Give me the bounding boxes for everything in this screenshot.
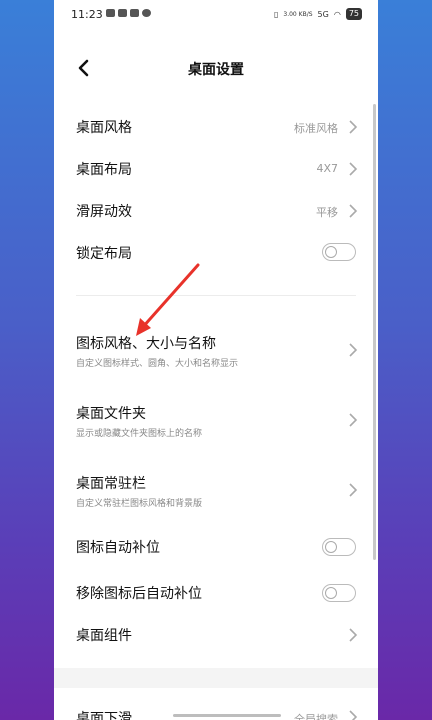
icon-style-subtitle: 自定义图标样式、圆角、大小和名称显示 <box>76 359 239 369</box>
auto-fill-after-remove-label: 移除图标后自动补位 <box>76 586 202 602</box>
desktop-layout-value: 4X7 <box>316 162 338 175</box>
lock-layout-label: 锁定布局 <box>76 246 132 262</box>
page-title: 桌面设置 <box>188 62 244 78</box>
desktop-layout-row[interactable]: 桌面布局 4X7 <box>54 150 378 188</box>
message-icon <box>142 9 151 17</box>
toggle-knob <box>325 540 337 553</box>
scroll-effect-label: 滑屏动效 <box>76 204 132 220</box>
chevron-right-icon <box>349 628 358 642</box>
wifi-icon: ◠ <box>333 9 341 19</box>
chevron-right-icon <box>349 413 358 427</box>
auto-fill-toggle[interactable] <box>322 538 356 556</box>
header: 桌面设置 <box>54 48 378 88</box>
auto-fill-after-remove-row: 移除图标后自动补位 <box>54 574 378 612</box>
gesture-bar[interactable] <box>173 714 281 717</box>
desktop-folder-row[interactable]: 桌面文件夹 显示或隐藏文件夹图标上的名称 <box>54 396 378 444</box>
status-time: 11:23 <box>71 8 103 21</box>
status-bar: 11:23 ▯ 3.00 KB/S 5G ◠ 75 <box>54 0 378 28</box>
net-speed: 3.00 KB/S <box>283 10 313 18</box>
icon-style-label: 图标风格、大小与名称 <box>76 336 216 352</box>
widgets-label: 桌面组件 <box>76 628 132 644</box>
dock-label: 桌面常驻栏 <box>76 476 146 492</box>
lock-layout-row: 锁定布局 <box>54 234 378 272</box>
desktop-folder-subtitle: 显示或隐藏文件夹图标上的名称 <box>76 429 203 439</box>
battery-icon: 75 <box>345 8 362 20</box>
auto-fill-after-remove-toggle[interactable] <box>322 584 356 602</box>
chevron-right-icon <box>349 120 358 134</box>
vibrate-icon: ▯ <box>273 9 279 19</box>
lock-layout-toggle[interactable] <box>322 243 356 261</box>
dock-subtitle: 自定义常驻栏图标风格和背景版 <box>76 499 203 509</box>
chevron-right-icon <box>349 162 358 176</box>
desktop-folder-label: 桌面文件夹 <box>76 406 146 422</box>
desktop-style-row[interactable]: 桌面风格 标准风格 <box>54 108 378 146</box>
swipe-down-value: 全局搜索 <box>294 713 338 720</box>
section-divider <box>76 295 356 296</box>
swipe-down-row[interactable]: 桌面下滑 全局搜索 <box>54 700 378 720</box>
desktop-style-value: 标准风格 <box>294 122 338 135</box>
scroll-effect-row[interactable]: 滑屏动效 平移 <box>54 192 378 230</box>
dock-row[interactable]: 桌面常驻栏 自定义常驻栏图标风格和背景版 <box>54 466 378 514</box>
icon-style-row[interactable]: 图标风格、大小与名称 自定义图标样式、圆角、大小和名称显示 <box>54 326 378 374</box>
toggle-knob <box>325 245 337 258</box>
network-type: 5G <box>317 9 329 19</box>
chevron-right-icon <box>349 483 358 497</box>
desktop-layout-label: 桌面布局 <box>76 162 132 178</box>
section-separator <box>54 668 378 688</box>
auto-fill-label: 图标自动补位 <box>76 540 160 556</box>
image-icon <box>130 9 139 17</box>
chevron-right-icon <box>349 204 358 218</box>
status-right: ▯ 3.00 KB/S 5G ◠ 75 <box>274 8 362 20</box>
scroll-effect-value: 平移 <box>316 206 338 219</box>
notification-icons <box>106 9 151 17</box>
chevron-right-icon <box>349 343 358 357</box>
auto-fill-row: 图标自动补位 <box>54 528 378 566</box>
desktop-style-label: 桌面风格 <box>76 120 132 136</box>
swipe-down-label: 桌面下滑 <box>76 711 132 720</box>
chevron-right-icon <box>349 710 358 720</box>
phone-screen: 11:23 ▯ 3.00 KB/S 5G ◠ 75 桌面设置 桌面风格 标准风格 <box>54 0 378 720</box>
mail-icon <box>118 9 127 17</box>
toggle-knob <box>325 586 337 599</box>
widgets-row[interactable]: 桌面组件 <box>54 616 378 654</box>
upload-icon <box>106 9 115 17</box>
